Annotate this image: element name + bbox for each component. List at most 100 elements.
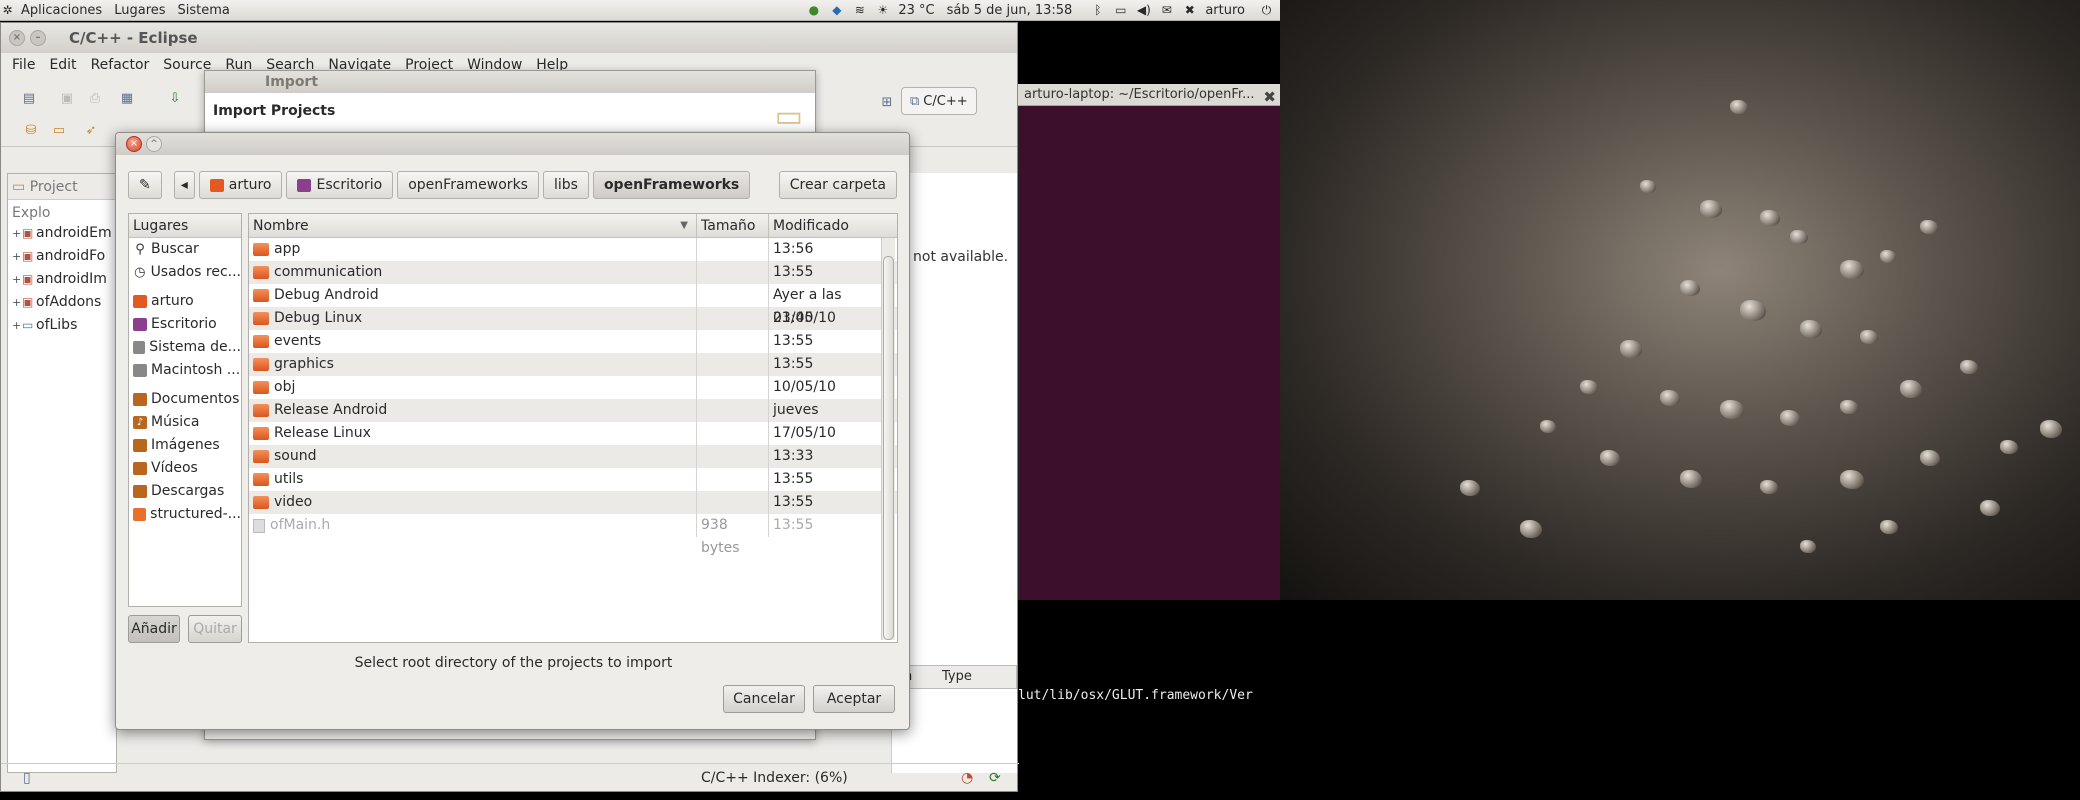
bluetooth-icon[interactable]: ᛒ xyxy=(1090,3,1105,18)
place-videos[interactable]: Vídeos xyxy=(129,457,241,480)
terminal-window[interactable] xyxy=(1018,84,1280,600)
place-descargas[interactable]: Descargas xyxy=(129,480,241,503)
file-chooser-dialog[interactable]: × ^ ✎ ◂ arturo Escritorio openFrameworks… xyxy=(115,132,910,730)
menu-sistema[interactable]: Sistema xyxy=(172,3,236,18)
path-crumb-libs[interactable]: libs xyxy=(542,171,589,199)
place-escritorio[interactable]: Escritorio xyxy=(129,313,241,336)
project-explorer[interactable]: ▭ Project Explo +▣ androidEm +▣ androidFo … xyxy=(7,173,117,773)
path-crumb-arturo[interactable]: arturo xyxy=(198,171,283,199)
close-icon[interactable]: ✖ xyxy=(1263,86,1276,105)
table-row[interactable]: video 13:55 xyxy=(249,491,897,514)
table-row[interactable]: Debug Android Ayer a las 01:40 xyxy=(249,284,897,326)
place-structured[interactable]: structured-... xyxy=(129,503,241,526)
power-icon[interactable]: ⏻ xyxy=(1259,3,1274,18)
close-icon[interactable]: × xyxy=(9,30,25,46)
mail-icon[interactable]: ✉ xyxy=(1159,3,1174,18)
place-macintosh[interactable]: Macintosh ... xyxy=(129,359,241,382)
minimize-icon[interactable]: – xyxy=(30,30,46,46)
column-size[interactable]: Tamaño xyxy=(697,214,769,237)
tree-item[interactable]: +▣ androidFo xyxy=(8,245,116,268)
sync-icon[interactable]: ⟳ xyxy=(989,770,1001,786)
tree-item[interactable]: +▭ ofLibs xyxy=(8,314,116,337)
table-row[interactable]: communication 13:55 xyxy=(249,261,897,284)
cancel-button[interactable]: Cancelar xyxy=(723,685,805,713)
import-titlebar[interactable]: Import xyxy=(205,71,815,93)
update-icon[interactable]: ● xyxy=(806,3,821,18)
user-icon[interactable]: ✖ xyxy=(1182,3,1197,18)
file-modified: 13:55 xyxy=(773,471,814,487)
save-icon[interactable]: ▣ xyxy=(57,91,77,109)
place-musica[interactable]: ♪ Música xyxy=(129,411,241,434)
place-imagenes[interactable]: Imágenes xyxy=(129,434,241,457)
volume-icon[interactable]: ◀) xyxy=(1136,3,1151,18)
weather-temperature[interactable]: 23 °C xyxy=(898,3,934,18)
add-place-button[interactable]: Añadir xyxy=(128,615,180,643)
menu-edit[interactable]: Edit xyxy=(42,57,83,73)
vertical-scrollbar[interactable] xyxy=(881,238,895,640)
status-icon[interactable]: ▯ xyxy=(23,770,31,786)
places-sidebar[interactable]: Lugares ⚲ Buscar ◷ Usados rec... arturo Es… xyxy=(128,213,242,607)
scrollbar-thumb[interactable] xyxy=(883,256,894,640)
user-name[interactable]: arturo xyxy=(1205,3,1245,18)
path-back-button[interactable]: ◂ xyxy=(173,171,195,199)
expand-icon[interactable]: + xyxy=(12,314,22,337)
table-row[interactable]: obj 10/05/10 xyxy=(249,376,897,399)
project-explorer-tab[interactable]: ▭ Project Explo xyxy=(8,174,116,221)
expand-icon[interactable]: + xyxy=(12,222,22,245)
perspective-switcher[interactable]: ⧉ C/C++ xyxy=(901,87,977,115)
terminal-titlebar[interactable]: arturo-laptop: ~/Escritorio/openFr... ✖ xyxy=(1018,84,1280,106)
chooser-titlebar[interactable]: × ^ xyxy=(116,133,909,155)
table-row[interactable]: app 13:56 xyxy=(249,238,897,261)
tree-item[interactable]: +▣ androidIm xyxy=(8,268,116,291)
column-modified[interactable]: Modificado xyxy=(769,214,881,237)
remove-place-button[interactable]: Quitar xyxy=(188,615,242,643)
maximize-icon[interactable]: ^ xyxy=(146,136,162,152)
dropbox-icon[interactable]: ◆ xyxy=(829,3,844,18)
edit-location-button[interactable]: ✎ xyxy=(128,171,162,199)
expand-icon[interactable]: + xyxy=(12,268,22,291)
table-row[interactable]: Debug Linux 23/05/10 xyxy=(249,307,897,330)
import-icon[interactable]: ⇩ xyxy=(165,91,185,109)
build-icon[interactable]: ▦ xyxy=(117,91,137,109)
menu-file[interactable]: File xyxy=(5,57,42,73)
path-crumb-current[interactable]: openFrameworks xyxy=(592,171,751,199)
display-icon[interactable]: ▭ xyxy=(1113,3,1128,18)
open-perspective-icon[interactable]: ⊞ xyxy=(877,95,897,113)
menu-refactor[interactable]: Refactor xyxy=(84,57,157,73)
accept-button[interactable]: Aceptar xyxy=(813,685,895,713)
menu-aplicaciones[interactable]: Aplicaciones xyxy=(15,3,108,18)
progress-icon[interactable]: ◔ xyxy=(961,770,973,786)
table-row[interactable]: graphics 13:55 xyxy=(249,353,897,376)
ubuntu-logo-icon[interactable]: ✲ xyxy=(0,3,15,18)
run-icon[interactable]: ➶ xyxy=(81,123,101,141)
place-documentos[interactable]: Documentos xyxy=(129,388,241,411)
place-recent[interactable]: ◷ Usados rec... xyxy=(129,261,241,284)
clock[interactable]: sáb 5 de jun, 13:58 xyxy=(947,3,1073,18)
open-project-icon[interactable]: ⛁ xyxy=(21,123,41,141)
expand-icon[interactable]: + xyxy=(12,245,22,268)
new-icon[interactable]: ▤ xyxy=(19,91,39,109)
file-list[interactable]: Nombre ▼ Tamaño Modificado app 13:56 commu… xyxy=(248,213,898,643)
column-name[interactable]: Nombre ▼ xyxy=(249,214,697,237)
table-row[interactable]: sound 13:33 xyxy=(249,445,897,468)
eclipse-titlebar[interactable]: × – C/C++ - Eclipse xyxy=(1,23,1017,53)
close-icon[interactable]: × xyxy=(126,136,142,152)
path-crumb-openframeworks[interactable]: openFrameworks xyxy=(397,171,539,199)
table-row[interactable]: events 13:55 xyxy=(249,330,897,353)
tree-item[interactable]: +▣ androidEm xyxy=(8,222,116,245)
path-crumb-escritorio[interactable]: Escritorio xyxy=(286,171,394,199)
table-row[interactable]: Release Linux 17/05/10 xyxy=(249,422,897,445)
table-row[interactable]: utils 13:55 xyxy=(249,468,897,491)
place-sistema[interactable]: Sistema de... xyxy=(129,336,241,359)
place-arturo[interactable]: arturo xyxy=(129,290,241,313)
place-buscar[interactable]: ⚲ Buscar xyxy=(129,238,241,261)
print-icon[interactable]: ⎙ xyxy=(85,91,105,109)
open-folder-icon[interactable]: ▭ xyxy=(49,123,69,141)
tree-item[interactable]: +▣ ofAddons xyxy=(8,291,116,314)
table-row[interactable]: Release Android jueves xyxy=(249,399,897,422)
wifi-icon[interactable]: ≋ xyxy=(852,3,867,18)
menu-lugares[interactable]: Lugares xyxy=(108,3,171,18)
expand-icon[interactable]: + xyxy=(12,291,22,314)
create-folder-button[interactable]: Crear carpeta xyxy=(778,171,897,199)
weather-sun-icon[interactable]: ☀ xyxy=(875,3,890,18)
